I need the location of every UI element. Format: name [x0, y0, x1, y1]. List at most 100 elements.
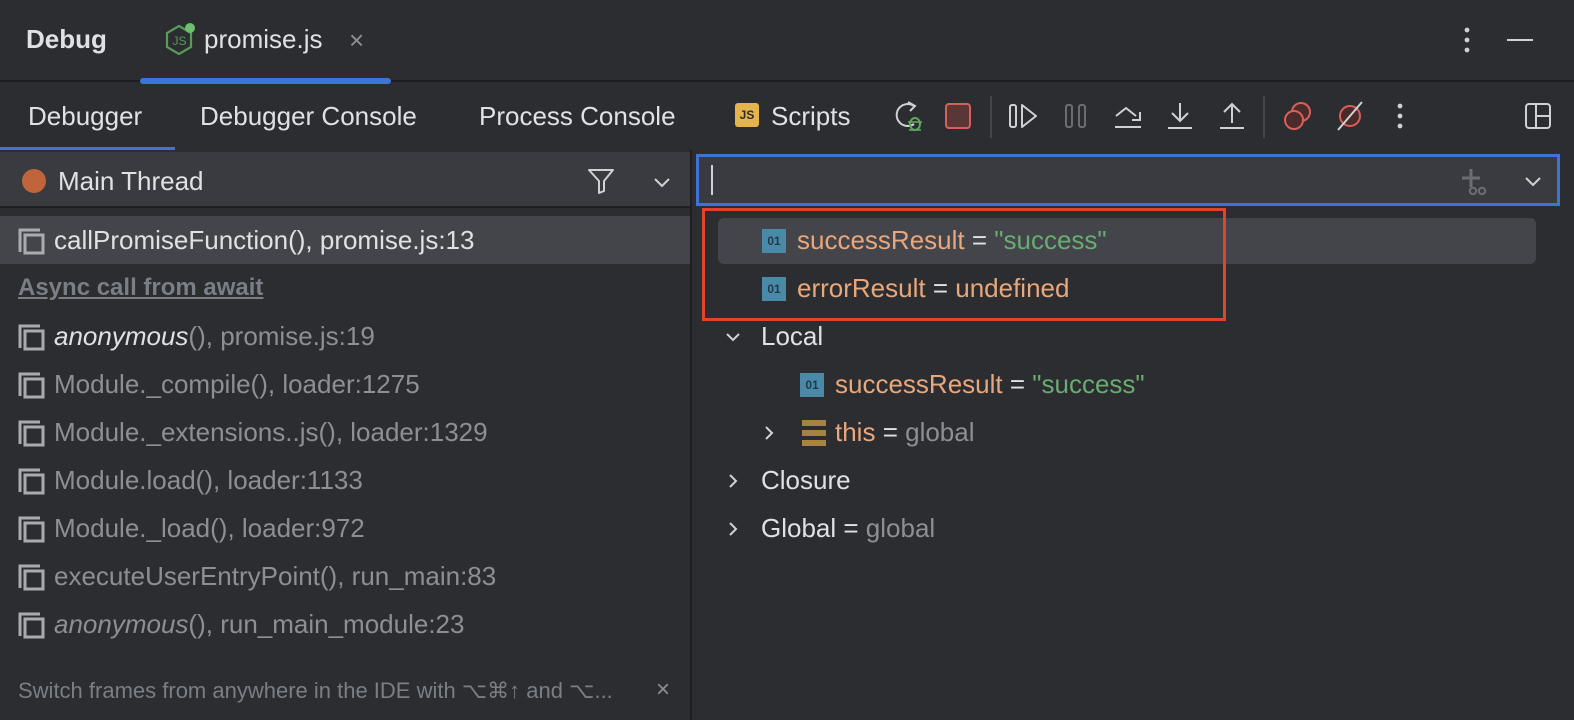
evaluate-expression-field[interactable]	[696, 154, 1560, 206]
var-name: this	[835, 417, 876, 447]
var-eq: =	[1002, 369, 1033, 399]
toolbar-separator	[1263, 96, 1265, 138]
title-bar: Debug JS promise.js ×	[0, 0, 1574, 84]
frame-function: anonymous	[54, 321, 189, 351]
frame-icon	[18, 420, 45, 447]
var-value: "success"	[994, 225, 1107, 255]
thread-label: Main Thread	[58, 166, 204, 196]
close-hint-button[interactable]: ×	[656, 676, 670, 704]
frame-location: , promise.js:19	[205, 321, 375, 351]
variables-tree: 01 successResult = "success" 01 errorRes…	[694, 216, 1574, 552]
minimize-icon[interactable]	[1505, 24, 1535, 58]
frame-location: , promise.js:13	[305, 225, 475, 255]
kebab-icon[interactable]	[1455, 24, 1479, 58]
view-breakpoints-icon[interactable]	[1280, 98, 1316, 134]
step-out-icon[interactable]	[1214, 98, 1250, 134]
layout-icon[interactable]	[1520, 98, 1556, 134]
primitive-icon: 01	[762, 229, 786, 253]
var-eq: =	[836, 513, 866, 543]
stop-icon[interactable]	[940, 98, 976, 134]
scope-global[interactable]: Global = global	[694, 504, 1574, 552]
chevron-down-icon[interactable]	[724, 328, 742, 346]
chevron-down-icon[interactable]	[650, 172, 674, 192]
debugger-toolbar: Debugger Debugger Console Process Consol…	[0, 84, 1574, 151]
resume-icon[interactable]	[1006, 98, 1042, 134]
js-file-icon: JS	[735, 103, 759, 128]
chevron-right-icon[interactable]	[724, 520, 742, 538]
frame-function: Module.load()	[54, 465, 213, 495]
frame-icon	[18, 372, 45, 399]
frame-location: , loader:972	[227, 513, 365, 543]
var-value: undefined	[955, 273, 1070, 303]
nodejs-icon: JS	[165, 23, 195, 56]
step-over-icon[interactable]	[1110, 98, 1146, 134]
text-caret	[711, 165, 713, 195]
watch-item[interactable]: 01 successResult = "success"	[694, 216, 1574, 264]
frame-function: executeUserEntryPoint()	[54, 561, 338, 591]
scope-label: Local	[761, 321, 824, 351]
primitive-icon: 01	[800, 373, 824, 397]
rerun-debug-icon[interactable]	[890, 98, 926, 134]
chevron-down-icon[interactable]	[1521, 173, 1545, 191]
frame-icon	[18, 324, 45, 351]
object-icon	[802, 420, 826, 446]
frame-function: anonymous	[54, 609, 189, 639]
frame-function: Module._compile()	[54, 369, 268, 399]
scope-local[interactable]: Local	[694, 312, 1574, 360]
variable-item[interactable]: this = global	[694, 408, 1574, 456]
frame-item[interactable]: executeUserEntryPoint(), run_main:83	[0, 552, 690, 600]
tool-window-title: Debug	[26, 24, 107, 54]
frame-location: , loader:1329	[335, 417, 488, 447]
frame-item[interactable]: anonymous(), promise.js:19	[0, 312, 690, 360]
frame-icon	[18, 228, 45, 255]
frame-icon	[18, 564, 45, 591]
frame-item[interactable]: Module._load(), loader:972	[0, 504, 690, 552]
var-value: global	[865, 513, 936, 543]
thread-selector[interactable]: Main Thread	[0, 152, 690, 208]
switch-frames-hint: Switch frames from anywhere in the IDE w…	[18, 678, 613, 703]
file-tab-label: promise.js	[204, 24, 323, 54]
frame-function: Module._load()	[54, 513, 228, 543]
pause-icon[interactable]	[1058, 98, 1094, 134]
frame-item[interactable]: anonymous(), run_main_module:23	[0, 600, 690, 648]
frame-item[interactable]: Module._extensions..js(), loader:1329	[0, 408, 690, 456]
variables-panel: 01 successResult = "success" 01 errorRes…	[694, 150, 1574, 720]
async-call-link[interactable]: Async call from await	[0, 264, 690, 312]
toolbar-separator	[990, 96, 992, 138]
frame-suffix: ()	[188, 321, 206, 351]
filter-icon[interactable]	[586, 166, 616, 196]
var-eq: =	[925, 273, 956, 303]
frame-icon	[18, 516, 45, 543]
frame-location: , loader:1133	[212, 465, 363, 495]
frame-icon	[18, 468, 45, 495]
tab-scripts[interactable]: JS Scripts	[735, 84, 850, 150]
frame-item[interactable]: Module.load(), loader:1133	[0, 456, 690, 504]
var-name: successResult	[797, 225, 965, 255]
tab-process-console[interactable]: Process Console	[479, 84, 676, 150]
var-eq: =	[964, 225, 995, 255]
scope-label: Global	[761, 513, 837, 543]
thread-status-icon	[22, 169, 46, 193]
frames-list: callPromiseFunction(), promise.js:13 Asy…	[0, 216, 690, 648]
tab-debugger-console[interactable]: Debugger Console	[200, 84, 417, 150]
mute-breakpoints-icon[interactable]	[1332, 98, 1368, 134]
scope-closure[interactable]: Closure	[694, 456, 1574, 504]
chevron-right-icon[interactable]	[760, 424, 778, 442]
close-tab-button[interactable]: ×	[349, 25, 364, 55]
evaluate-expression-input[interactable]	[709, 161, 1429, 199]
watch-item[interactable]: 01 errorResult = undefined	[694, 264, 1574, 312]
variable-item[interactable]: 01 successResult = "success"	[694, 360, 1574, 408]
primitive-icon: 01	[762, 277, 786, 301]
frame-item[interactable]: Module._compile(), loader:1275	[0, 360, 690, 408]
tab-debugger[interactable]: Debugger	[0, 84, 175, 151]
var-value: "success"	[1032, 369, 1145, 399]
frame-item-selected[interactable]: callPromiseFunction(), promise.js:13	[0, 216, 690, 264]
tab-scripts-label: Scripts	[771, 101, 851, 131]
chevron-right-icon[interactable]	[724, 472, 742, 490]
add-watch-icon[interactable]	[1459, 167, 1489, 197]
frame-function: callPromiseFunction()	[54, 225, 306, 255]
kebab-icon[interactable]	[1382, 98, 1418, 134]
step-into-icon[interactable]	[1162, 98, 1198, 134]
var-value: global	[905, 417, 975, 447]
file-tab-promise-js[interactable]: JS promise.js ×	[140, 0, 391, 84]
